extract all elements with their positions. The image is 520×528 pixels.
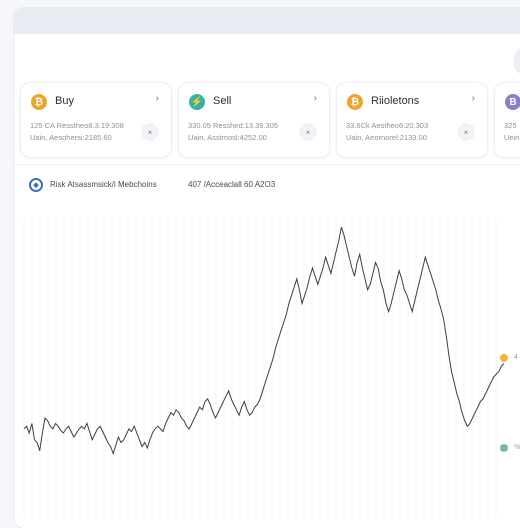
chart-grid	[23, 218, 497, 518]
card-detail-line: Uain, Aesohersi:2185.60	[30, 133, 112, 142]
card-detail-line: Uain, Aeornorel:2133.00	[346, 133, 427, 142]
chart-title: Risk Atsassmsick/i Mebchoins	[50, 180, 157, 189]
card-riioletons[interactable]: ₿ Riioletons › 33.6Ck Aestheo6:20.303 Ua…	[336, 82, 488, 158]
toolbar-pill[interactable]	[514, 46, 520, 76]
bitcoin-icon: ₿	[31, 94, 47, 110]
chevron-right-icon[interactable]: ›	[472, 93, 475, 104]
section-divider	[14, 164, 520, 165]
card-detail-line: Uain, Asstmosl:4252.00	[188, 133, 267, 142]
card-detail-line: 33.6Ck Aestheo6:20.303	[346, 121, 429, 130]
bitcoin-icon: ₿	[347, 94, 363, 110]
chart-subtitle: 407 /Acceaclall 60 A2O3	[188, 180, 276, 189]
ethereum-icon: ⚡	[189, 94, 205, 110]
card-detail-line: 325	[504, 121, 517, 130]
close-icon[interactable]: ×	[299, 123, 317, 141]
line-chart[interactable]	[14, 198, 520, 528]
chevron-right-icon[interactable]: ›	[156, 93, 159, 104]
card-buy[interactable]: ₿ Buy › 125 CA Resstheo8.3.19.308 Uain, …	[20, 82, 172, 158]
card-title: Riioletons	[371, 95, 420, 107]
window-title-bar	[14, 8, 520, 34]
purple-coin-icon: B	[505, 94, 520, 110]
card-sell[interactable]: ⚡ Sell › 330.05 Resshed:13.39.305 Uain, …	[178, 82, 330, 158]
card-title: Buy	[55, 95, 74, 107]
legend-dot-teal	[500, 444, 508, 452]
close-icon[interactable]: ×	[141, 123, 159, 141]
shield-icon: ◆	[29, 178, 43, 192]
card-partial[interactable]: B 325 Uein	[494, 82, 520, 158]
card-title: Sell	[213, 95, 232, 107]
card-detail-line: 330.05 Resshed:13.39.305	[188, 121, 279, 130]
card-detail-line: 125 CA Resstheo8.3.19.308	[30, 121, 124, 130]
close-icon[interactable]: ×	[457, 123, 475, 141]
chevron-right-icon[interactable]: ›	[314, 93, 317, 104]
legend-label: %	[514, 444, 520, 451]
legend-label: 4	[514, 354, 518, 361]
legend-dot-gold	[500, 354, 508, 362]
app-window: ₿ Buy › 125 CA Resstheo8.3.19.308 Uain, …	[14, 8, 520, 528]
card-detail-line: Uein	[504, 133, 520, 142]
